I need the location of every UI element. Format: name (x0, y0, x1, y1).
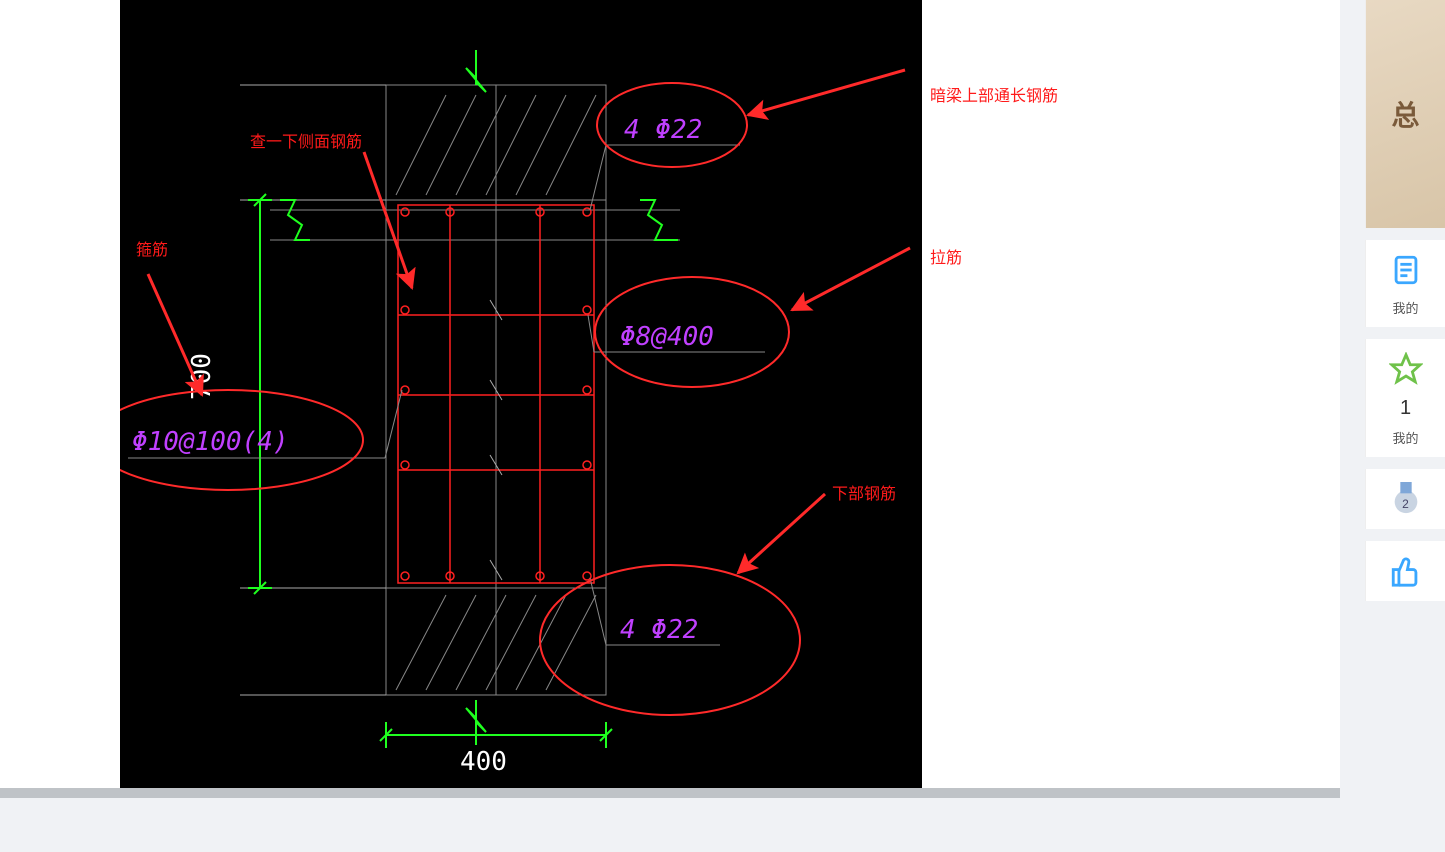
thumbs-up-icon (1386, 551, 1426, 591)
top-rebar-text: 4 Φ22 (624, 115, 702, 145)
sidebar-doc-label: 我的 (1392, 298, 1418, 317)
sidebar-rank-number: 1 (1400, 397, 1411, 420)
medal-icon: 2 (1386, 479, 1426, 519)
stirrup-text: Φ10@100(4) (132, 427, 289, 457)
main-content: 4 Φ22 Φ8@400 4 Φ22 Φ10@100(4) 700 400 (0, 0, 1340, 790)
document-icon (1386, 250, 1426, 290)
annot-side-rebar: 查一下侧面钢筋 (250, 128, 362, 152)
sidebar-card-star[interactable]: 1 我的 (1365, 339, 1445, 457)
annot-stirrup: 箍筋 (136, 236, 168, 260)
annot-top-continuous: 暗梁上部通长钢筋 (930, 82, 1058, 106)
dim-horizontal: 400 (460, 747, 507, 777)
tie-bar-text: Φ8@400 (620, 322, 714, 352)
sidebar-widgets: 总 我的 1 我的 2 (1365, 0, 1445, 852)
sidebar-star-label: 我的 (1392, 428, 1418, 447)
annot-tie: 拉筋 (930, 244, 962, 268)
footer-separator (0, 788, 1340, 798)
bottom-rebar-text: 4 Φ22 (620, 615, 698, 645)
annot-bottom: 下部钢筋 (832, 480, 896, 504)
sidebar-promo-card[interactable]: 总 (1365, 0, 1445, 228)
sidebar-card-doc[interactable]: 我的 (1365, 240, 1445, 327)
promo-text: 总 (1391, 94, 1419, 134)
sidebar-card-like[interactable] (1365, 541, 1445, 601)
star-icon (1386, 349, 1426, 389)
cad-svg: 4 Φ22 Φ8@400 4 Φ22 Φ10@100(4) 700 400 (120, 0, 922, 788)
sidebar-card-badge[interactable]: 2 (1365, 469, 1445, 529)
cad-diagram: 4 Φ22 Φ8@400 4 Φ22 Φ10@100(4) 700 400 (120, 0, 922, 788)
badge-number: 2 (1402, 497, 1409, 511)
